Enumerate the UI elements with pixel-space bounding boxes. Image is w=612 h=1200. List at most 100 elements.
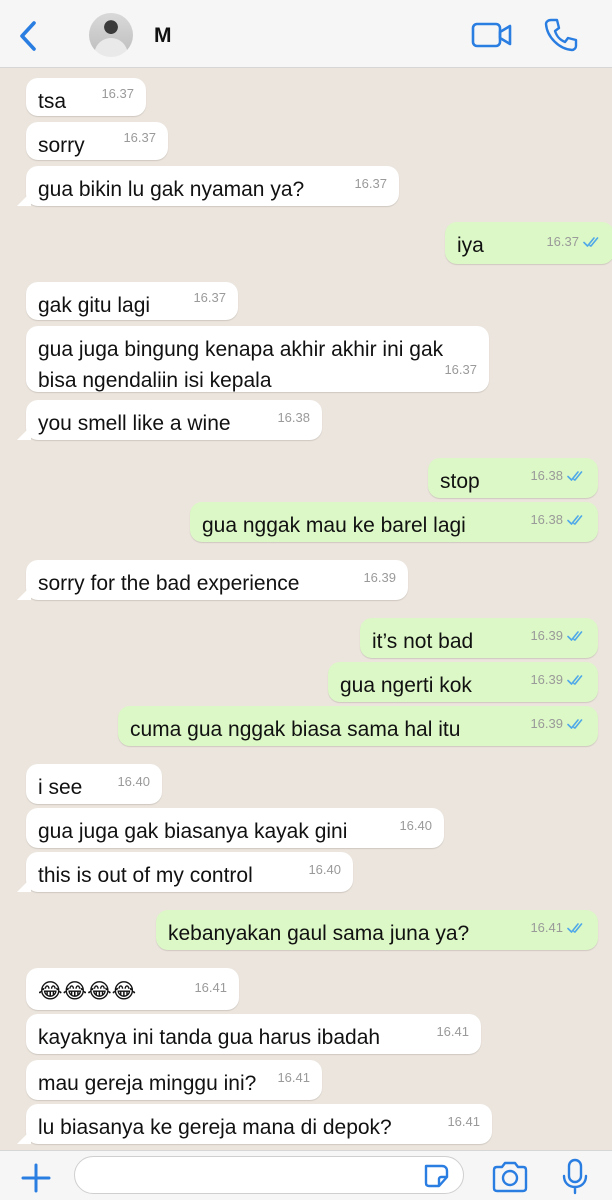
message-text: tsa xyxy=(38,90,67,113)
plus-icon[interactable] xyxy=(18,1160,54,1196)
timestamp-text: 16.38 xyxy=(277,410,310,425)
message-timestamp: 16.39 xyxy=(363,562,396,593)
incoming-message[interactable]: gak gitu lagi 16.37 xyxy=(26,282,238,320)
incoming-message[interactable]: i see 16.40 xyxy=(26,764,162,804)
message-timestamp: 16.38 xyxy=(530,460,586,491)
read-ticks-icon xyxy=(583,236,599,247)
back-chevron-icon[interactable] xyxy=(10,16,50,56)
message-text: gua juga bingung kenapa akhir akhir ini … xyxy=(38,338,444,392)
sticker-icon[interactable] xyxy=(422,1163,450,1189)
message-text: lu biasanya ke gereja mana di depok? xyxy=(38,1116,392,1139)
message-text: sorry for the bad experience xyxy=(38,572,300,595)
message-text: mau gereja minggu ini? xyxy=(38,1072,257,1095)
phone-icon[interactable] xyxy=(542,16,580,54)
message-text: gua juga gak biasanya kayak gini xyxy=(38,820,348,843)
message-timestamp: 16.40 xyxy=(117,766,150,797)
timestamp-text: 16.40 xyxy=(308,862,341,877)
message-timestamp: 16.41 xyxy=(277,1062,310,1093)
read-ticks-icon xyxy=(567,630,583,641)
read-ticks-icon xyxy=(567,674,583,685)
message-text: iya xyxy=(457,234,484,257)
read-ticks-icon xyxy=(567,514,583,525)
message-text: gua bikin lu gak nyaman ya? xyxy=(38,178,305,201)
chat-header: M xyxy=(0,0,612,68)
incoming-message[interactable]: you smell like a wine 16.38 xyxy=(17,400,322,440)
message-timestamp: 16.37 xyxy=(546,226,602,257)
timestamp-text: 16.39 xyxy=(530,628,563,643)
microphone-icon[interactable] xyxy=(560,1158,590,1196)
message-list[interactable]: tsa 16.37 sorry 16.37 gua bikin lu gak nyama… xyxy=(0,68,612,1150)
message-timestamp: 16.39 xyxy=(530,708,586,739)
message-timestamp: 16.41 xyxy=(194,972,227,1003)
message-timestamp: 16.41 xyxy=(530,912,586,943)
timestamp-text: 16.41 xyxy=(436,1024,469,1039)
timestamp-text: 16.39 xyxy=(530,672,563,687)
message-timestamp: 16.38 xyxy=(277,402,310,433)
video-call-icon[interactable] xyxy=(470,18,514,52)
message-text: you smell like a wine xyxy=(38,412,231,435)
read-ticks-icon xyxy=(567,922,583,933)
timestamp-text: 16.38 xyxy=(530,512,563,527)
message-text: i see xyxy=(38,776,83,799)
message-timestamp: 16.37 xyxy=(101,78,134,109)
timestamp-text: 16.37 xyxy=(354,176,387,191)
message-timestamp: 16.37 xyxy=(444,354,477,385)
incoming-message[interactable]: this is out of my control 16.40 xyxy=(17,852,353,892)
incoming-message[interactable]: gua juga gak biasanya kayak gini 16.40 xyxy=(26,808,444,848)
timestamp-text: 16.41 xyxy=(277,1070,310,1085)
timestamp-text: 16.38 xyxy=(530,468,563,483)
outgoing-message[interactable]: iya 16.37 xyxy=(445,222,612,264)
message-text: this is out of my control xyxy=(38,864,253,887)
message-timestamp: 16.37 xyxy=(354,168,387,199)
message-timestamp: 16.39 xyxy=(530,620,586,651)
outgoing-message[interactable]: cuma gua nggak biasa sama hal itu 16.39 xyxy=(118,706,598,746)
timestamp-text: 16.39 xyxy=(363,570,396,585)
timestamp-text: 16.37 xyxy=(193,290,226,305)
read-ticks-icon xyxy=(567,470,583,481)
outgoing-message[interactable]: it’s not bad 16.39 xyxy=(360,618,598,658)
incoming-message[interactable]: mau gereja minggu ini? 16.41 xyxy=(26,1060,322,1100)
outgoing-message[interactable]: kebanyakan gaul sama juna ya? 16.41 xyxy=(156,910,598,950)
message-text: 😂😂😂😂 xyxy=(38,980,137,1003)
message-timestamp: 16.37 xyxy=(123,122,156,153)
incoming-message[interactable]: gua juga bingung kenapa akhir akhir ini … xyxy=(26,326,489,392)
incoming-message[interactable]: tsa 16.37 xyxy=(26,78,146,116)
timestamp-text: 16.41 xyxy=(530,920,563,935)
message-timestamp: 16.41 xyxy=(447,1106,480,1137)
message-timestamp: 16.40 xyxy=(308,854,341,885)
incoming-message[interactable]: sorry for the bad experience 16.39 xyxy=(17,560,408,600)
message-timestamp: 16.41 xyxy=(436,1016,469,1047)
contact-avatar[interactable] xyxy=(89,13,133,57)
contact-name[interactable]: M xyxy=(154,24,172,48)
timestamp-text: 16.41 xyxy=(194,980,227,995)
message-input[interactable] xyxy=(74,1156,464,1194)
outgoing-message[interactable]: gua nggak mau ke barel lagi 16.38 xyxy=(190,502,598,542)
incoming-message[interactable]: 😂😂😂😂 16.41 xyxy=(26,968,239,1010)
timestamp-text: 16.41 xyxy=(447,1114,480,1129)
message-text: stop xyxy=(440,470,480,493)
timestamp-text: 16.37 xyxy=(546,234,579,249)
incoming-message[interactable]: lu biasanya ke gereja mana di depok? 16.4… xyxy=(17,1104,492,1144)
timestamp-text: 16.40 xyxy=(399,818,432,833)
message-text: it’s not bad xyxy=(372,630,474,653)
timestamp-text: 16.37 xyxy=(101,86,134,101)
message-text: kayaknya ini tanda gua harus ibadah xyxy=(38,1026,381,1049)
incoming-message[interactable]: gua bikin lu gak nyaman ya? 16.37 xyxy=(17,166,399,206)
incoming-message[interactable]: kayaknya ini tanda gua harus ibadah 16.41 xyxy=(26,1014,481,1054)
timestamp-text: 16.37 xyxy=(123,130,156,145)
composer-bar xyxy=(0,1150,612,1200)
timestamp-text: 16.39 xyxy=(530,716,563,731)
message-text: cuma gua nggak biasa sama hal itu xyxy=(130,718,461,741)
message-text: kebanyakan gaul sama juna ya? xyxy=(168,922,470,945)
message-text: sorry xyxy=(38,134,85,157)
timestamp-text: 16.37 xyxy=(444,362,477,377)
incoming-message[interactable]: sorry 16.37 xyxy=(26,122,168,160)
camera-icon[interactable] xyxy=(490,1160,530,1194)
outgoing-message[interactable]: stop 16.38 xyxy=(428,458,598,498)
timestamp-text: 16.40 xyxy=(117,774,150,789)
read-ticks-icon xyxy=(567,718,583,729)
outgoing-message[interactable]: gua ngerti kok 16.39 xyxy=(328,662,598,702)
message-timestamp: 16.37 xyxy=(193,282,226,313)
message-timestamp: 16.38 xyxy=(530,504,586,535)
message-timestamp: 16.39 xyxy=(530,664,586,695)
